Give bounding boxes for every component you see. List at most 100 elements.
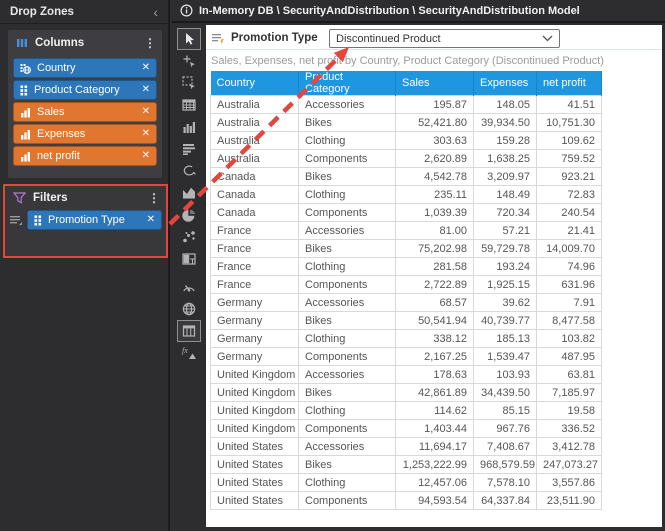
treemap-button[interactable] — [177, 248, 201, 270]
cell-number: 40,739.77 — [474, 312, 537, 330]
mini-bars-icon — [20, 107, 31, 118]
table-row[interactable]: AustraliaAccessories195.87148.0541.51 — [211, 96, 602, 114]
field-pill-net-profit[interactable]: net profit✕ — [13, 146, 157, 166]
table-row[interactable]: GermanyClothing338.12185.13103.82 — [211, 330, 602, 348]
field-pill-promotion-type[interactable]: Promotion Type✕ — [27, 210, 162, 230]
cell-number: 103.93 — [474, 366, 537, 384]
field-pill-label: Sales — [37, 106, 138, 118]
cell-number: 338.12 — [396, 330, 474, 348]
advanced-chart-button[interactable]: fx — [177, 342, 201, 364]
area-chart-button[interactable] — [177, 182, 201, 204]
table-row[interactable]: GermanyComponents2,167.251,539.47487.95 — [211, 348, 602, 366]
table-row[interactable]: United StatesClothing12,457.067,578.103,… — [211, 474, 602, 492]
table-row[interactable]: AustraliaClothing303.63159.28109.62 — [211, 132, 602, 150]
column-chart-button[interactable] — [177, 116, 201, 138]
table-row[interactable]: United StatesBikes1,253,222.99968,579.59… — [211, 456, 602, 474]
cell-number: 39,934.50 — [474, 114, 537, 132]
cell-number: 247,073.27 — [537, 456, 602, 474]
bar-chart-button[interactable] — [177, 138, 201, 160]
scatter-chart-button[interactable] — [177, 226, 201, 248]
grid-column-header-sales[interactable]: Sales — [396, 71, 474, 96]
grid-column-header-expenses[interactable]: Expenses — [474, 71, 537, 96]
cell-text: Australia — [211, 96, 299, 114]
table-row[interactable]: United StatesAccessories11,694.177,408.6… — [211, 438, 602, 456]
table-row[interactable]: United KingdomClothing114.6285.1519.58 — [211, 402, 602, 420]
cell-number: 94,593.54 — [396, 492, 474, 510]
table-row[interactable]: United KingdomAccessories178.63103.9363.… — [211, 366, 602, 384]
cell-number: 74.96 — [537, 258, 602, 276]
remove-field-button[interactable]: ✕ — [138, 107, 150, 117]
remove-field-button[interactable]: ✕ — [138, 63, 150, 73]
field-pill-label: Expenses — [37, 128, 138, 140]
table-row[interactable]: CanadaClothing235.11148.4972.83 — [211, 186, 602, 204]
columns-menu-button[interactable]: ⋮ — [144, 40, 154, 47]
cell-text: France — [211, 276, 299, 294]
remove-field-button[interactable]: ✕ — [138, 85, 150, 95]
table-row[interactable]: FranceComponents2,722.891,925.15631.96 — [211, 276, 602, 294]
cell-text: United Kingdom — [211, 402, 299, 420]
promotion-type-dropdown[interactable]: Discontinued Product — [329, 29, 560, 48]
grid-button[interactable] — [177, 320, 201, 342]
marquee-select-tool[interactable] — [177, 72, 201, 94]
remove-field-button[interactable]: ✕ — [138, 151, 150, 161]
table-row[interactable]: United KingdomComponents1,403.44967.7633… — [211, 420, 602, 438]
cell-text: Accessories — [299, 438, 396, 456]
cell-number: 2,620.89 — [396, 150, 474, 168]
globe-grid-icon — [20, 63, 31, 74]
map-button[interactable] — [177, 298, 201, 320]
field-pill-product-category[interactable]: Product Category✕ — [13, 80, 157, 100]
field-pill-country[interactable]: Country✕ — [13, 58, 157, 78]
cell-text: Accessories — [299, 294, 396, 312]
cell-number: 159.28 — [474, 132, 537, 150]
table-row[interactable]: FranceBikes75,202.9859,729.7814,009.70 — [211, 240, 602, 258]
filter-funnel-icon — [13, 192, 26, 204]
field-pill-expenses[interactable]: Expenses✕ — [13, 124, 157, 144]
filters-menu-button[interactable]: ⋮ — [148, 195, 158, 202]
drop-zones-header: Drop Zones ‹ — [0, 0, 168, 24]
grid-column-header-net-profit[interactable]: net profit — [537, 71, 602, 96]
pivot-grid-button[interactable] — [177, 94, 201, 116]
cell-text: United States — [211, 492, 299, 510]
table-row[interactable]: CanadaBikes4,542.783,209.97923.21 — [211, 168, 602, 186]
cell-number: 631.96 — [537, 276, 602, 294]
table-row[interactable]: CanadaComponents1,039.39720.34240.54 — [211, 204, 602, 222]
cell-number: 68.57 — [396, 294, 474, 312]
grid-column-header-country[interactable]: Country — [211, 71, 299, 96]
cell-number: 759.52 — [537, 150, 602, 168]
cell-text: Components — [299, 150, 396, 168]
table-row[interactable]: GermanyAccessories68.5739.627.91 — [211, 294, 602, 312]
lasso-chart-button[interactable] — [177, 160, 201, 182]
remove-field-button[interactable]: ✕ — [143, 215, 155, 225]
grid-column-header-product-category[interactable]: Product Category — [299, 71, 396, 96]
add-pointer-tool[interactable] — [177, 50, 201, 72]
filters-section-header: Filters ⋮ — [5, 186, 166, 210]
table-row[interactable]: FranceAccessories81.0057.2121.41 — [211, 222, 602, 240]
cell-text: Australia — [211, 132, 299, 150]
cell-number: 148.49 — [474, 186, 537, 204]
columns-section-header: Columns ⋮ — [8, 30, 162, 56]
table-row[interactable]: AustraliaComponents2,620.891,638.25759.5… — [211, 150, 602, 168]
gauge-button[interactable] — [177, 276, 201, 298]
table-row[interactable]: GermanyBikes50,541.9440,739.778,477.58 — [211, 312, 602, 330]
table-row[interactable]: AustraliaBikes52,421.8039,934.5010,751.3… — [211, 114, 602, 132]
cell-number: 2,722.89 — [396, 276, 474, 294]
cell-number: 968,579.59 — [474, 456, 537, 474]
remove-field-button[interactable]: ✕ — [138, 129, 150, 139]
table-row[interactable]: United KingdomBikes42,861.8934,439.507,1… — [211, 384, 602, 402]
pie-chart-button[interactable] — [177, 204, 201, 226]
filter-list-handle-icon[interactable] — [9, 214, 23, 226]
cell-text: Australia — [211, 114, 299, 132]
breadcrumb: In-Memory DB \ SecurityAndDistribution \… — [199, 5, 580, 17]
collapse-sidebar-icon[interactable]: ‹ — [153, 5, 158, 19]
cell-text: United Kingdom — [211, 366, 299, 384]
pointer-tool[interactable] — [177, 28, 201, 50]
info-icon[interactable] — [180, 4, 193, 17]
columns-section-icon — [16, 37, 28, 49]
table-row[interactable]: FranceClothing281.58193.2474.96 — [211, 258, 602, 276]
field-pill-sales[interactable]: Sales✕ — [13, 102, 157, 122]
cell-number: 193.24 — [474, 258, 537, 276]
table-row[interactable]: United StatesComponents94,593.5464,337.8… — [211, 492, 602, 510]
cell-number: 195.87 — [396, 96, 474, 114]
cell-number: 41.51 — [537, 96, 602, 114]
filter-slicer-icon — [211, 32, 225, 45]
